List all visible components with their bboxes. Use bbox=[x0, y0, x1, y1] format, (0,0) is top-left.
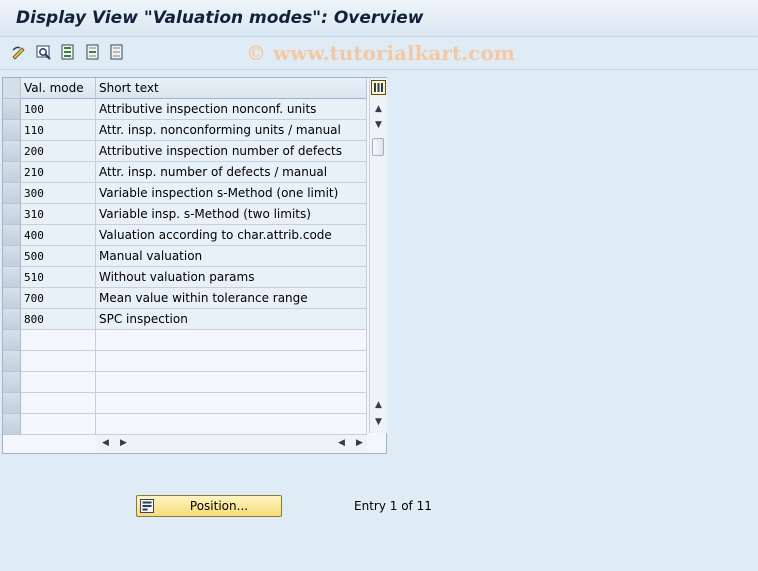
column-header-short-text[interactable]: Short text bbox=[96, 78, 367, 99]
short-text-cell: Mean value within tolerance range bbox=[96, 288, 367, 309]
val-mode-cell: 800 bbox=[21, 309, 96, 330]
scroll-down-icon[interactable]: ▼ bbox=[372, 119, 385, 132]
row-selector[interactable] bbox=[3, 120, 21, 141]
column-settings-icon[interactable] bbox=[370, 79, 386, 95]
scroll-page-down-icon[interactable]: ▼ bbox=[372, 416, 385, 429]
scroll-left-icon[interactable]: ◀ bbox=[335, 435, 348, 451]
table-row[interactable]: 510 Without valuation params bbox=[3, 267, 367, 288]
table-row[interactable]: 200 Attributive inspection number of def… bbox=[3, 141, 367, 162]
short-text-cell: Variable inspection s-Method (one limit) bbox=[96, 183, 367, 204]
display-change-icon[interactable] bbox=[10, 43, 28, 61]
val-mode-cell bbox=[21, 330, 96, 351]
table-row[interactable]: 800 SPC inspection bbox=[3, 309, 367, 330]
horizontal-scrollbar-columns[interactable]: ◀ ▶ bbox=[333, 435, 367, 451]
val-mode-cell bbox=[21, 414, 96, 435]
row-selector[interactable] bbox=[3, 330, 21, 351]
table-row[interactable]: 100 Attributive inspection nonconf. unit… bbox=[3, 99, 367, 120]
short-text-cell: Attr. insp. nonconforming units / manual bbox=[96, 120, 367, 141]
window-title: Display View "Valuation modes": Overview bbox=[16, 8, 424, 28]
short-text-cell bbox=[96, 372, 367, 393]
horizontal-scrollbar-text[interactable]: ◀ ▶ bbox=[97, 435, 333, 451]
short-text-cell: Without valuation params bbox=[96, 267, 367, 288]
val-mode-cell: 500 bbox=[21, 246, 96, 267]
row-selector[interactable] bbox=[3, 141, 21, 162]
scroll-right-icon[interactable]: ▶ bbox=[117, 435, 130, 451]
row-selector[interactable] bbox=[3, 204, 21, 225]
table-row[interactable]: 210 Attr. insp. number of defects / manu… bbox=[3, 162, 367, 183]
short-text-cell bbox=[96, 414, 367, 435]
title-bar: Display View "Valuation modes": Overview bbox=[0, 0, 758, 37]
empty-table-row[interactable] bbox=[3, 330, 367, 351]
row-selector[interactable] bbox=[3, 309, 21, 330]
scroll-up-icon[interactable]: ▲ bbox=[372, 103, 385, 116]
val-mode-cell: 510 bbox=[21, 267, 96, 288]
table-row[interactable]: 300 Variable inspection s-Method (one li… bbox=[3, 183, 367, 204]
row-selector[interactable] bbox=[3, 267, 21, 288]
position-button[interactable]: Position... bbox=[136, 495, 282, 517]
row-selector[interactable] bbox=[3, 288, 21, 309]
select-all-icon[interactable] bbox=[59, 43, 77, 61]
short-text-cell: Valuation according to char.attrib.code bbox=[96, 225, 367, 246]
table-row[interactable]: 700 Mean value within tolerance range bbox=[3, 288, 367, 309]
short-text-cell: Attributive inspection number of defects bbox=[96, 141, 367, 162]
short-text-cell: Attributive inspection nonconf. units bbox=[96, 99, 367, 120]
val-mode-cell: 200 bbox=[21, 141, 96, 162]
val-mode-cell: 110 bbox=[21, 120, 96, 141]
val-mode-cell: 210 bbox=[21, 162, 96, 183]
entry-counter: Entry 1 of 11 bbox=[354, 499, 432, 513]
vertical-scrollbar[interactable]: ▲ ▼ ▲ ▼ bbox=[369, 78, 387, 433]
scroll-right-icon[interactable]: ▶ bbox=[353, 435, 366, 451]
scroll-page-up-icon[interactable]: ▲ bbox=[372, 399, 385, 412]
find-icon[interactable] bbox=[35, 43, 53, 61]
row-selector[interactable] bbox=[3, 99, 21, 120]
val-mode-cell: 300 bbox=[21, 183, 96, 204]
deselect-all-icon[interactable] bbox=[108, 43, 126, 61]
row-selector[interactable] bbox=[3, 351, 21, 372]
short-text-cell bbox=[96, 330, 367, 351]
row-selector[interactable] bbox=[3, 372, 21, 393]
row-selector[interactable] bbox=[3, 414, 21, 435]
watermark: © www.tutorialkart.com bbox=[246, 41, 515, 65]
row-selector[interactable] bbox=[3, 162, 21, 183]
scroll-left-icon[interactable]: ◀ bbox=[99, 435, 112, 451]
row-selector[interactable] bbox=[3, 246, 21, 267]
application-toolbar: © www.tutorialkart.com bbox=[0, 37, 758, 70]
short-text-cell: Attr. insp. number of defects / manual bbox=[96, 162, 367, 183]
short-text-cell: Variable insp. s-Method (two limits) bbox=[96, 204, 367, 225]
table-row[interactable]: 400 Valuation according to char.attrib.c… bbox=[3, 225, 367, 246]
val-mode-cell bbox=[21, 393, 96, 414]
row-selector[interactable] bbox=[3, 225, 21, 246]
table-control: Val. mode Short text 100 Attributive ins… bbox=[2, 77, 387, 454]
table-row[interactable]: 110 Attr. insp. nonconforming units / ma… bbox=[3, 120, 367, 141]
row-selector[interactable] bbox=[3, 393, 21, 414]
val-mode-cell: 700 bbox=[21, 288, 96, 309]
short-text-cell: SPC inspection bbox=[96, 309, 367, 330]
empty-table-row[interactable] bbox=[3, 351, 367, 372]
select-all-rows-button[interactable] bbox=[3, 78, 21, 99]
val-mode-cell bbox=[21, 372, 96, 393]
position-icon bbox=[140, 499, 154, 513]
empty-table-row[interactable] bbox=[3, 414, 367, 435]
table-row[interactable]: 310 Variable insp. s-Method (two limits) bbox=[3, 204, 367, 225]
scroll-thumb[interactable] bbox=[372, 138, 384, 156]
val-mode-cell: 400 bbox=[21, 225, 96, 246]
val-mode-cell: 310 bbox=[21, 204, 96, 225]
table-row[interactable]: 500 Manual valuation bbox=[3, 246, 367, 267]
short-text-cell: Manual valuation bbox=[96, 246, 367, 267]
empty-table-row[interactable] bbox=[3, 393, 367, 414]
column-header-val-mode[interactable]: Val. mode bbox=[21, 78, 96, 99]
short-text-cell bbox=[96, 351, 367, 372]
select-block-icon[interactable] bbox=[84, 43, 102, 61]
empty-table-row[interactable] bbox=[3, 372, 367, 393]
row-selector[interactable] bbox=[3, 183, 21, 204]
short-text-cell bbox=[96, 393, 367, 414]
val-mode-cell: 100 bbox=[21, 99, 96, 120]
position-button-label: Position... bbox=[189, 499, 249, 513]
val-mode-cell bbox=[21, 351, 96, 372]
